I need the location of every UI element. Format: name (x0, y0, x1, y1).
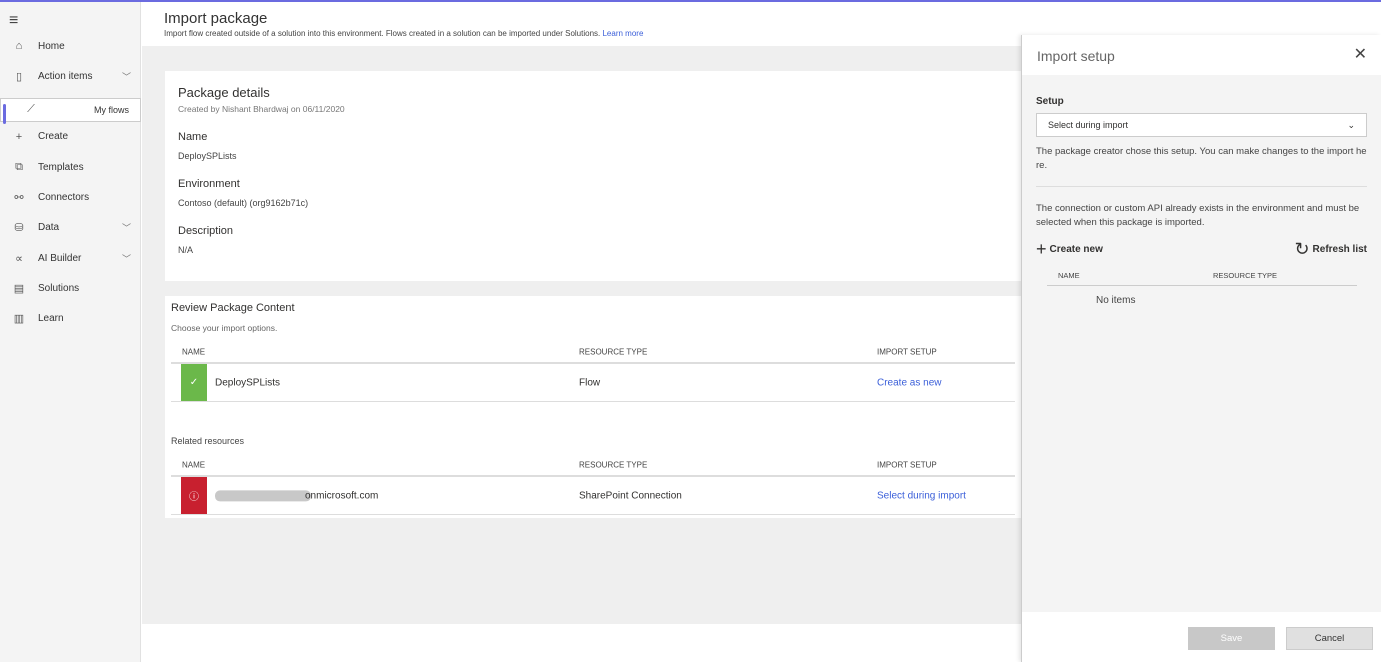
review-title: Review Package Content (171, 302, 295, 314)
select-during-import-link[interactable]: Select during import (877, 490, 966, 501)
sidebar-item-label: Solutions (38, 282, 80, 294)
main-content: Import package Import flow created outsi… (142, 2, 1021, 662)
sidebar-item-solutions[interactable]: ▤ Solutions (0, 273, 141, 303)
refresh-icon: ↻ (1294, 239, 1310, 259)
description-label: Description (178, 225, 234, 237)
related-table-header: NAME RESOURCE TYPE IMPORT SETUP (171, 455, 1015, 477)
sidebar-item-label: My flows (93, 104, 129, 115)
sidebar-item-label: Home (38, 40, 65, 52)
chevron-down-icon[interactable]: ﹀ (122, 70, 131, 83)
sidebar-item-label: Action items (38, 70, 93, 82)
row-name: onmicrosoft.com (215, 489, 378, 501)
create-as-new-link[interactable]: Create as new (877, 377, 941, 388)
col-resource-type: RESOURCE TYPE (1213, 271, 1278, 280)
chevron-down-icon: ⌄ (1347, 119, 1355, 130)
col-resource-type: RESOURCE TYPE (579, 347, 648, 357)
row-name: DeploySPLists (215, 377, 281, 388)
book-icon: ▥ (13, 313, 25, 326)
ai-builder-icon: ∝ (15, 252, 23, 265)
review-package-card: Review Package Content Choose your impor… (165, 296, 1021, 518)
panel-table-header: NAME RESOURCE TYPE (1047, 268, 1357, 286)
page-title: Import package (164, 10, 268, 27)
sidebar-item-label: Data (38, 222, 60, 234)
cancel-button[interactable]: Cancel (1286, 627, 1373, 650)
chevron-down-icon[interactable]: ﹀ (122, 252, 131, 265)
create-new-button[interactable]: + Create new (1036, 239, 1103, 260)
sidebar-item-data[interactable]: ⛁ Data ﹀ (0, 213, 141, 243)
col-import-setup: IMPORT SETUP (877, 460, 937, 470)
col-name: NAME (1058, 271, 1080, 280)
sidebar-item-learn[interactable]: ▥ Learn (0, 304, 141, 334)
setup-note: The package creator chose this setup. Yo… (1036, 146, 1367, 171)
environment-label: Environment (178, 178, 240, 190)
plus-icon: + (1036, 239, 1047, 259)
close-icon[interactable]: ✕ (1354, 44, 1367, 64)
sidebar-item-label: Learn (38, 313, 64, 325)
page-subtitle: Import flow created outside of a solutio… (164, 29, 644, 38)
sidebar-item-create[interactable]: + Create (0, 122, 141, 152)
error-icon: ⓘ (181, 477, 207, 514)
col-import-setup: IMPORT SETUP (877, 347, 937, 357)
col-name: NAME (182, 347, 206, 357)
templates-icon: ⧉ (15, 160, 23, 173)
name-label: Name (178, 131, 208, 143)
sidebar-item-label: Create (38, 131, 69, 143)
table-row: ✓ DeploySPLists Flow Create as new (171, 364, 1015, 402)
created-by: Created by Nishant Bhardwaj on 06/11/202… (178, 104, 345, 114)
sidebar-item-ai-builder[interactable]: ∝ AI Builder ﹀ (0, 243, 141, 273)
review-subtitle: Choose your import options. (171, 323, 278, 333)
sidebar-item-home[interactable]: ⌂ Home (0, 31, 141, 61)
redacted-blur (215, 489, 311, 501)
refresh-list-button[interactable]: ↻ Refresh list (1294, 239, 1367, 260)
setup-label: Setup (1036, 96, 1064, 107)
row-type: SharePoint Connection (579, 490, 682, 501)
package-details-title: Package details (178, 85, 270, 100)
col-resource-type: RESOURCE TYPE (579, 460, 648, 470)
sidebar-item-action-items[interactable]: ▯ Action items ﹀ (0, 61, 141, 91)
empty-state: No items (1096, 295, 1136, 306)
sidebar-item-label: AI Builder (38, 252, 82, 264)
divider (1036, 186, 1367, 187)
import-setup-panel: Import setup ✕ Setup Select during import… (1021, 35, 1381, 662)
table-row: ⓘ onmicrosoft.com SharePoint Connection … (171, 477, 1015, 515)
success-check-icon: ✓ (181, 364, 207, 401)
description-value: N/A (178, 245, 194, 255)
table-header: NAME RESOURCE TYPE IMPORT SETUP (171, 342, 1015, 364)
environment-value: Contoso (default) (org9162b71c) (178, 198, 309, 208)
row-type: Flow (579, 377, 601, 388)
chevron-down-icon[interactable]: ﹀ (122, 221, 131, 234)
panel-title: Import setup (1037, 48, 1115, 64)
sidebar-item-connectors[interactable]: ⚯ Connectors (0, 183, 141, 213)
solutions-icon: ▤ (13, 282, 25, 295)
sidebar-item-label: Templates (38, 161, 84, 173)
hamburger-menu-icon[interactable]: ≡ (9, 12, 18, 30)
clipboard-icon: ▯ (15, 70, 23, 83)
col-name: NAME (182, 460, 206, 470)
sidebar-item-label: Connectors (38, 192, 90, 203)
package-details-card: Package details Created by Nishant Bhard… (165, 71, 1021, 281)
name-value: DeploySPLists (178, 151, 237, 161)
learn-more-link[interactable]: Learn more (602, 29, 643, 38)
plus-icon: + (15, 130, 23, 143)
connector-icon: ⚯ (14, 192, 24, 204)
setup-select[interactable]: Select during import ⌄ (1036, 113, 1367, 137)
related-resources-label: Related resources (171, 436, 245, 446)
save-button[interactable]: Save (1188, 627, 1275, 650)
home-icon: ⌂ (15, 40, 23, 52)
sidebar-item-my-flows[interactable]: ⟋ My flows (0, 97, 141, 124)
info-text: The connection or custom API already exi… (1036, 203, 1360, 228)
sidebar: ≡ ⌂ Home ▯ Action items ﹀ ⟋ My flows + Create ⧉ Te… (0, 2, 141, 662)
sidebar-item-templates[interactable]: ⧉ Templates (0, 152, 141, 182)
flow-icon: ⟋ (27, 103, 35, 116)
database-icon: ⛁ (14, 222, 24, 235)
